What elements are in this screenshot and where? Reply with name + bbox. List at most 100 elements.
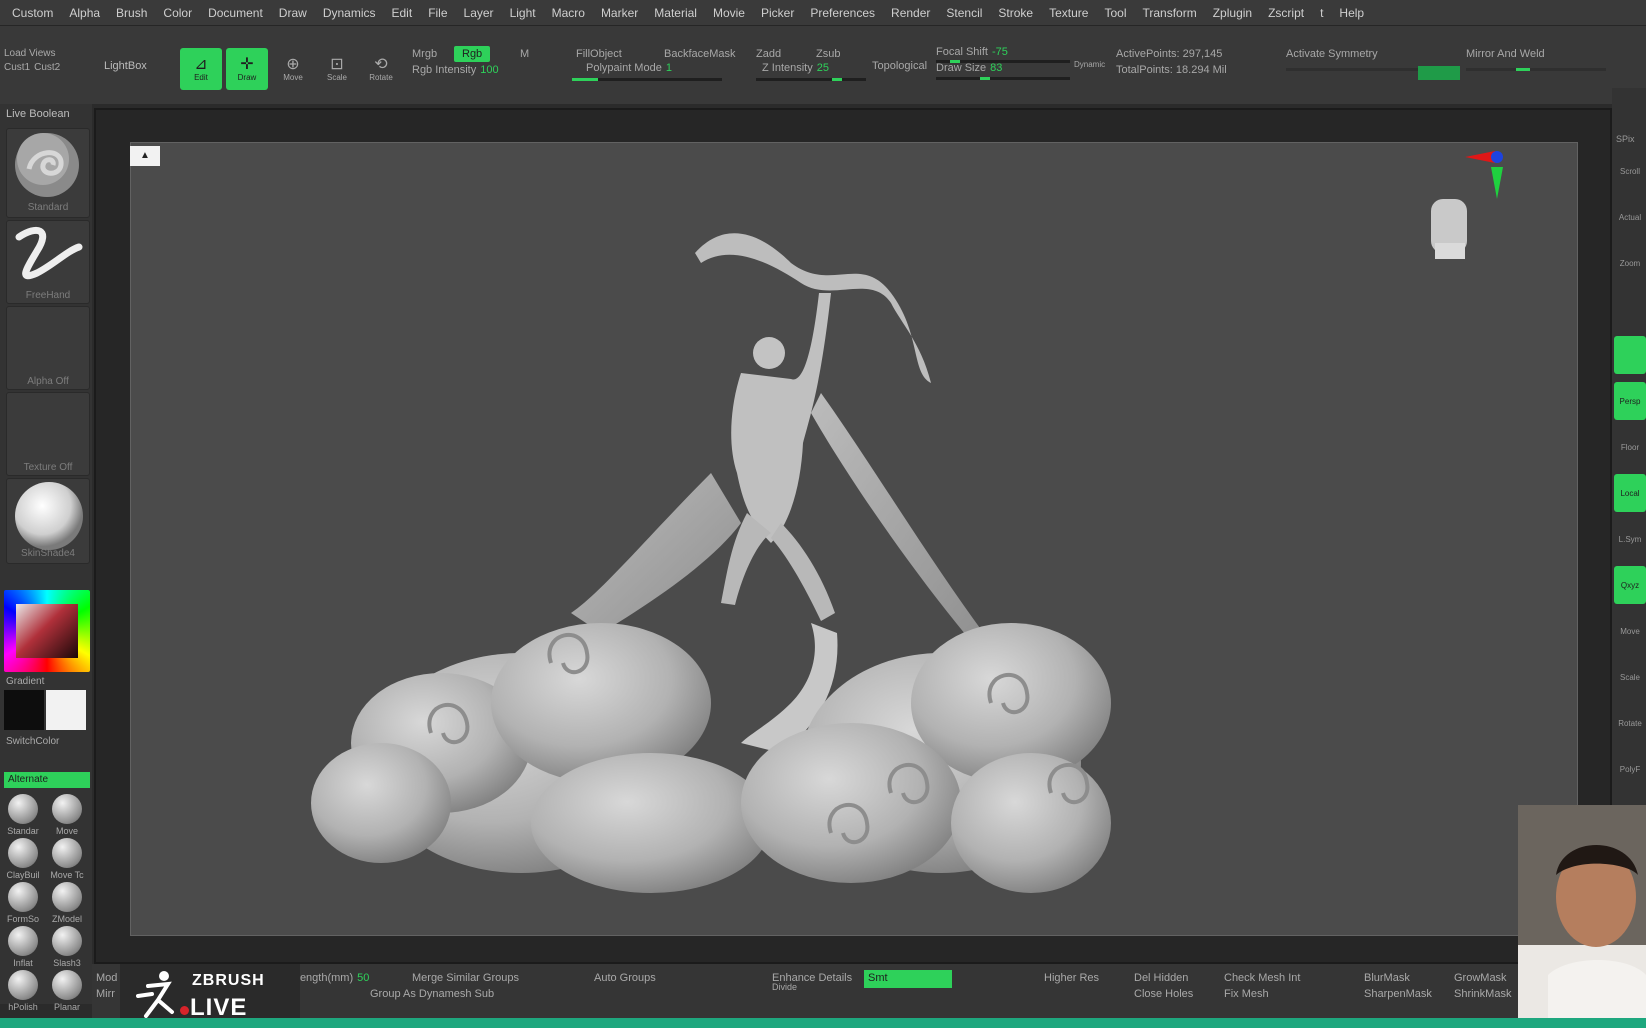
scale-button[interactable]: ⊡ Scale: [316, 48, 358, 90]
spix-label[interactable]: SPix: [1616, 134, 1635, 144]
menu-help[interactable]: Help: [1331, 6, 1372, 20]
symmetry-axis-toggle[interactable]: [1418, 66, 1460, 80]
move-button[interactable]: ⊕ Move: [272, 48, 314, 90]
right-button-persp[interactable]: Persp: [1614, 382, 1646, 420]
color-saturation-square[interactable]: [16, 604, 78, 658]
brush-slash3[interactable]: Slash3: [46, 926, 88, 968]
color-picker[interactable]: [4, 590, 90, 672]
menu-color[interactable]: Color: [155, 6, 200, 20]
merge-similar-groups-button[interactable]: Merge Similar Groups: [412, 972, 519, 984]
brush-standar[interactable]: Standar: [2, 794, 44, 836]
switch-color-button[interactable]: SwitchColor: [6, 736, 90, 747]
growmask-button[interactable]: GrowMask: [1454, 972, 1507, 984]
edit-button[interactable]: ⊿ Edit: [180, 48, 222, 90]
menu-preferences[interactable]: Preferences: [802, 6, 883, 20]
menu-render[interactable]: Render: [883, 6, 938, 20]
z-intensity-track[interactable]: [756, 78, 866, 81]
menu-edit[interactable]: Edit: [384, 6, 421, 20]
rgb-button[interactable]: Rgb: [454, 46, 491, 62]
menu-draw[interactable]: Draw: [271, 6, 315, 20]
auto-groups-button[interactable]: Auto Groups: [594, 972, 656, 984]
symmetry-track[interactable]: [1286, 68, 1436, 71]
dynamic-button[interactable]: Dynamic: [1074, 60, 1105, 69]
menu-material[interactable]: Material: [646, 6, 705, 20]
menu-movie[interactable]: Movie: [705, 6, 753, 20]
check-mesh-int-button[interactable]: Check Mesh Int: [1224, 972, 1300, 984]
brush-move-tc[interactable]: Move Tc: [46, 838, 88, 880]
draw-size-track[interactable]: [936, 77, 1070, 80]
focal-shift-slider[interactable]: Focal Shift -75: [936, 46, 1008, 58]
z-intensity-slider[interactable]: Z Intensity 25: [762, 62, 829, 74]
menu-macro[interactable]: Macro: [544, 6, 593, 20]
right-button-floor[interactable]: Floor: [1614, 428, 1646, 466]
topological-button[interactable]: Topological: [872, 60, 927, 72]
mrgb-button[interactable]: Mrgb: [412, 48, 437, 60]
menu-file[interactable]: File: [420, 6, 455, 20]
menu-dynamics[interactable]: Dynamics: [315, 6, 384, 20]
menu-zplugin[interactable]: Zplugin: [1205, 6, 1260, 20]
menu-tool[interactable]: Tool: [1096, 6, 1134, 20]
sharpenmask-button[interactable]: SharpenMask: [1364, 988, 1432, 1000]
navigation-head-widget[interactable]: [1431, 199, 1467, 259]
length-slider[interactable]: l length(mm) 50: [292, 972, 369, 984]
close-holes-button[interactable]: Close Holes: [1134, 988, 1193, 1000]
menu-document[interactable]: Document: [200, 6, 271, 20]
canvas-expand-button[interactable]: ▲: [130, 146, 160, 166]
fillobject-button[interactable]: FillObject: [576, 48, 622, 60]
right-button-rotate[interactable]: Rotate: [1614, 704, 1646, 742]
brush-claybuil[interactable]: ClayBuil: [2, 838, 44, 880]
draw-size-slider[interactable]: Draw Size 83: [936, 62, 1002, 74]
rgb-intensity-slider[interactable]: Rgb Intensity 100: [412, 64, 499, 76]
blurmask-button[interactable]: BlurMask: [1364, 972, 1410, 984]
right-button-actual[interactable]: Actual: [1614, 198, 1646, 236]
gradient-label[interactable]: Gradient: [6, 676, 90, 687]
menu-zscript[interactable]: Zscript: [1260, 6, 1312, 20]
shrinkmask-button[interactable]: ShrinkMask: [1454, 988, 1511, 1000]
sculpture-model[interactable]: [131, 143, 1579, 937]
menu-brush[interactable]: Brush: [108, 6, 155, 20]
mod-button[interactable]: Mod: [96, 972, 117, 984]
brush-planar[interactable]: Planar: [46, 970, 88, 1012]
right-button-lsym[interactable]: L.Sym: [1614, 520, 1646, 558]
right-button-local[interactable]: Local: [1614, 474, 1646, 512]
axis-gizmo[interactable]: [1465, 151, 1503, 199]
menu-stencil[interactable]: Stencil: [938, 6, 990, 20]
main-color-swatch[interactable]: [4, 690, 44, 730]
del-hidden-button[interactable]: Del Hidden: [1134, 972, 1188, 984]
brush-inflat[interactable]: Inflat: [2, 926, 44, 968]
right-button-move[interactable]: Move: [1614, 612, 1646, 650]
menu-transform[interactable]: Transform: [1134, 6, 1204, 20]
zadd-button[interactable]: Zadd: [756, 48, 781, 60]
secondary-color-swatch[interactable]: [46, 690, 86, 730]
rotate-button[interactable]: ⟲ Rotate: [360, 48, 402, 90]
backfacemask-button[interactable]: BackfaceMask: [664, 48, 736, 60]
mirror-button[interactable]: Mirr: [96, 988, 115, 1000]
menu-t[interactable]: t: [1312, 6, 1331, 20]
menu-layer[interactable]: Layer: [456, 6, 502, 20]
menu-stroke[interactable]: Stroke: [990, 6, 1041, 20]
menu-custom[interactable]: Custom: [4, 6, 61, 20]
viewport-canvas[interactable]: [130, 142, 1578, 936]
menu-marker[interactable]: Marker: [593, 6, 646, 20]
zsub-button[interactable]: Zsub: [816, 48, 840, 60]
menu-texture[interactable]: Texture: [1041, 6, 1096, 20]
cust1-button[interactable]: Cust1: [4, 62, 30, 73]
live-boolean-button[interactable]: Live Boolean: [6, 108, 70, 120]
draw-button[interactable]: ✛ Draw: [226, 48, 268, 90]
polypaint-track[interactable]: [572, 78, 722, 81]
group-as-dynamesh-sub-button[interactable]: Group As Dynamesh Sub: [370, 988, 494, 1000]
right-button-scale[interactable]: Scale: [1614, 658, 1646, 696]
smt-button[interactable]: Smt: [864, 970, 952, 988]
lightbox-button[interactable]: LightBox: [92, 56, 172, 78]
right-button-view-3[interactable]: [1614, 290, 1646, 328]
activate-symmetry-button[interactable]: Activate Symmetry: [1286, 48, 1378, 60]
right-button-zoom[interactable]: Zoom: [1614, 244, 1646, 282]
right-button-scroll[interactable]: Scroll: [1614, 152, 1646, 190]
cust2-button[interactable]: Cust2: [34, 62, 60, 73]
load-views-button[interactable]: Load Views: [4, 48, 86, 59]
brush-zmodel[interactable]: ZModel: [46, 882, 88, 924]
right-button-polyf[interactable]: PolyF: [1614, 750, 1646, 788]
higher-res-button[interactable]: Higher Res: [1044, 972, 1099, 984]
right-button-qxyz[interactable]: Qxyz: [1614, 566, 1646, 604]
mirror-and-weld-button[interactable]: Mirror And Weld: [1466, 48, 1545, 60]
